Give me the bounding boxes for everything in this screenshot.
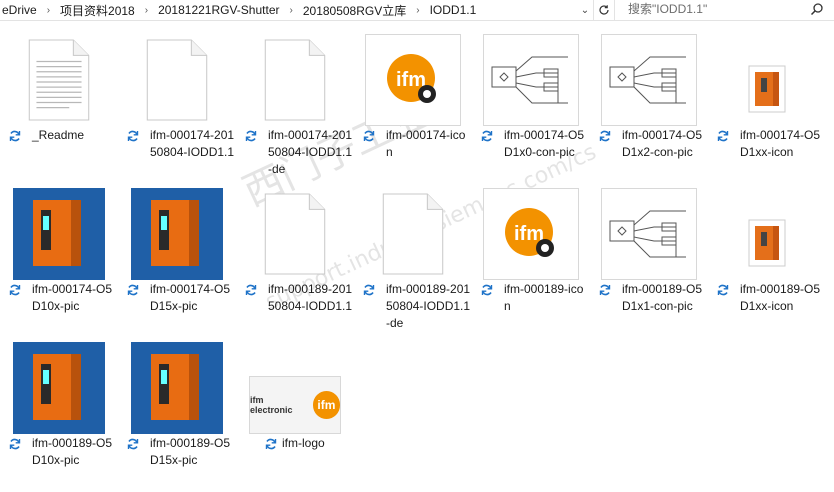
file-item[interactable]: ifm-000189-O5D1x1-con-pic <box>590 188 708 338</box>
file-label: ifm-000189-20150804-IODD1.1 <box>240 281 354 315</box>
sync-icon <box>8 283 22 302</box>
ifm-icon: ifm <box>472 188 590 280</box>
file-label: ifm-000189-O5D10x-pic <box>4 435 118 469</box>
breadcrumb-item[interactable]: eDrive <box>0 3 39 17</box>
file-item[interactable]: ifm electronic ifm ifm-logo <box>236 342 354 492</box>
file-label: ifm-000189-20150804-IODD1.1-de <box>358 281 472 332</box>
file-label: ifm-000174-icon <box>358 127 472 161</box>
blank-document-icon <box>118 34 236 126</box>
file-label: ifm-000174-O5D1xx-icon <box>712 127 826 161</box>
sensor-photo-icon <box>118 188 236 280</box>
address-dropdown-icon[interactable]: ⌄ <box>578 0 592 20</box>
sync-icon <box>244 129 258 148</box>
ifm-mark: ifm <box>312 391 340 419</box>
sync-icon <box>480 283 494 302</box>
file-item[interactable]: _Readme <box>0 34 118 184</box>
file-label: ifm-000174-20150804-IODD1.1-de <box>240 127 354 178</box>
file-label: ifm-logo <box>240 435 354 452</box>
sync-icon <box>362 283 376 302</box>
blank-document-icon <box>354 188 472 280</box>
ifm-logo-icon: ifm electronic ifm <box>236 342 354 434</box>
sensor-photo-icon <box>0 342 118 434</box>
search-icon[interactable] <box>810 2 824 19</box>
file-label: ifm-000189-O5D15x-pic <box>122 435 236 469</box>
sync-icon <box>362 129 376 148</box>
sync-icon <box>716 283 730 302</box>
breadcrumb-item[interactable]: 20180508RGV立库 <box>301 2 408 19</box>
file-item[interactable]: ifm-000174-O5D15x-pic <box>118 188 236 338</box>
breadcrumb-separator-icon[interactable]: › <box>282 5 301 16</box>
breadcrumb-item[interactable]: IODD1.1 <box>428 3 479 17</box>
sync-icon <box>126 129 140 148</box>
file-item[interactable]: ifm ifm-000174-icon <box>354 34 472 184</box>
file-label: ifm-000174-O5D10x-pic <box>4 281 118 315</box>
blank-document-icon <box>236 34 354 126</box>
breadcrumb-separator-icon[interactable]: › <box>39 5 58 16</box>
sync-icon <box>716 129 730 148</box>
breadcrumb: eDrive › 项目资料2018 › 20181221RGV-Shutter … <box>0 0 478 20</box>
breadcrumb-separator-icon[interactable]: › <box>408 5 427 16</box>
file-item[interactable]: ifm-000189-O5D15x-pic <box>118 342 236 492</box>
file-item[interactable]: ifm-000174-O5D1xx-icon <box>708 34 826 184</box>
file-item[interactable]: ifm-000174-O5D1x0-con-pic <box>472 34 590 184</box>
file-item[interactable]: ifm-000189-20150804-IODD1.1-de <box>354 188 472 338</box>
search-box[interactable] <box>622 0 834 20</box>
file-item[interactable]: ifm-000189-20150804-IODD1.1 <box>236 188 354 338</box>
file-item[interactable]: ifm-000174-O5D10x-pic <box>0 188 118 338</box>
file-item[interactable]: ifm-000189-O5D10x-pic <box>0 342 118 492</box>
sync-icon <box>264 437 278 456</box>
refresh-icon[interactable] <box>593 0 615 20</box>
sensor-icon <box>708 188 826 280</box>
file-label: ifm-000189-icon <box>476 281 590 315</box>
sensor-icon <box>708 34 826 126</box>
file-label: ifm-000174-O5D1x2-con-pic <box>594 127 708 161</box>
connection-diagram-icon <box>590 188 708 280</box>
file-name: ifm-logo <box>282 436 325 450</box>
file-label: ifm-000189-O5D1x1-con-pic <box>594 281 708 315</box>
connection-diagram-icon <box>472 34 590 126</box>
file-item[interactable]: ifm ifm-000189-icon <box>472 188 590 338</box>
sensor-photo-icon <box>118 342 236 434</box>
file-label: ifm-000174-O5D1x0-con-pic <box>476 127 590 161</box>
sync-icon <box>8 437 22 456</box>
logo-text: ifm electronic <box>250 395 293 415</box>
file-label: ifm-000189-O5D1xx-icon <box>712 281 826 315</box>
connection-diagram-icon <box>590 34 708 126</box>
file-item[interactable]: ifm-000174-20150804-IODD1.1 <box>118 34 236 184</box>
breadcrumb-item[interactable]: 20181221RGV-Shutter <box>156 3 281 17</box>
sync-icon <box>126 437 140 456</box>
sync-icon <box>126 283 140 302</box>
file-item[interactable]: ifm-000174-O5D1x2-con-pic <box>590 34 708 184</box>
file-item[interactable]: ifm-000189-O5D1xx-icon <box>708 188 826 338</box>
sync-icon <box>8 129 22 148</box>
blank-document-icon <box>236 188 354 280</box>
sensor-photo-icon <box>0 188 118 280</box>
sync-icon <box>480 129 494 148</box>
sync-icon <box>598 129 612 148</box>
file-label: ifm-000174-O5D15x-pic <box>122 281 236 315</box>
file-item[interactable]: ifm-000174-20150804-IODD1.1-de <box>236 34 354 184</box>
text-document-icon <box>0 34 118 126</box>
breadcrumb-item[interactable]: 项目资料2018 <box>58 2 137 19</box>
breadcrumb-separator-icon[interactable]: › <box>137 5 156 16</box>
ifm-icon: ifm <box>354 34 472 126</box>
sync-icon <box>598 283 612 302</box>
file-label: _Readme <box>4 127 118 144</box>
file-label: ifm-000174-20150804-IODD1.1 <box>122 127 236 161</box>
sync-icon <box>244 283 258 302</box>
search-input[interactable] <box>622 0 804 18</box>
